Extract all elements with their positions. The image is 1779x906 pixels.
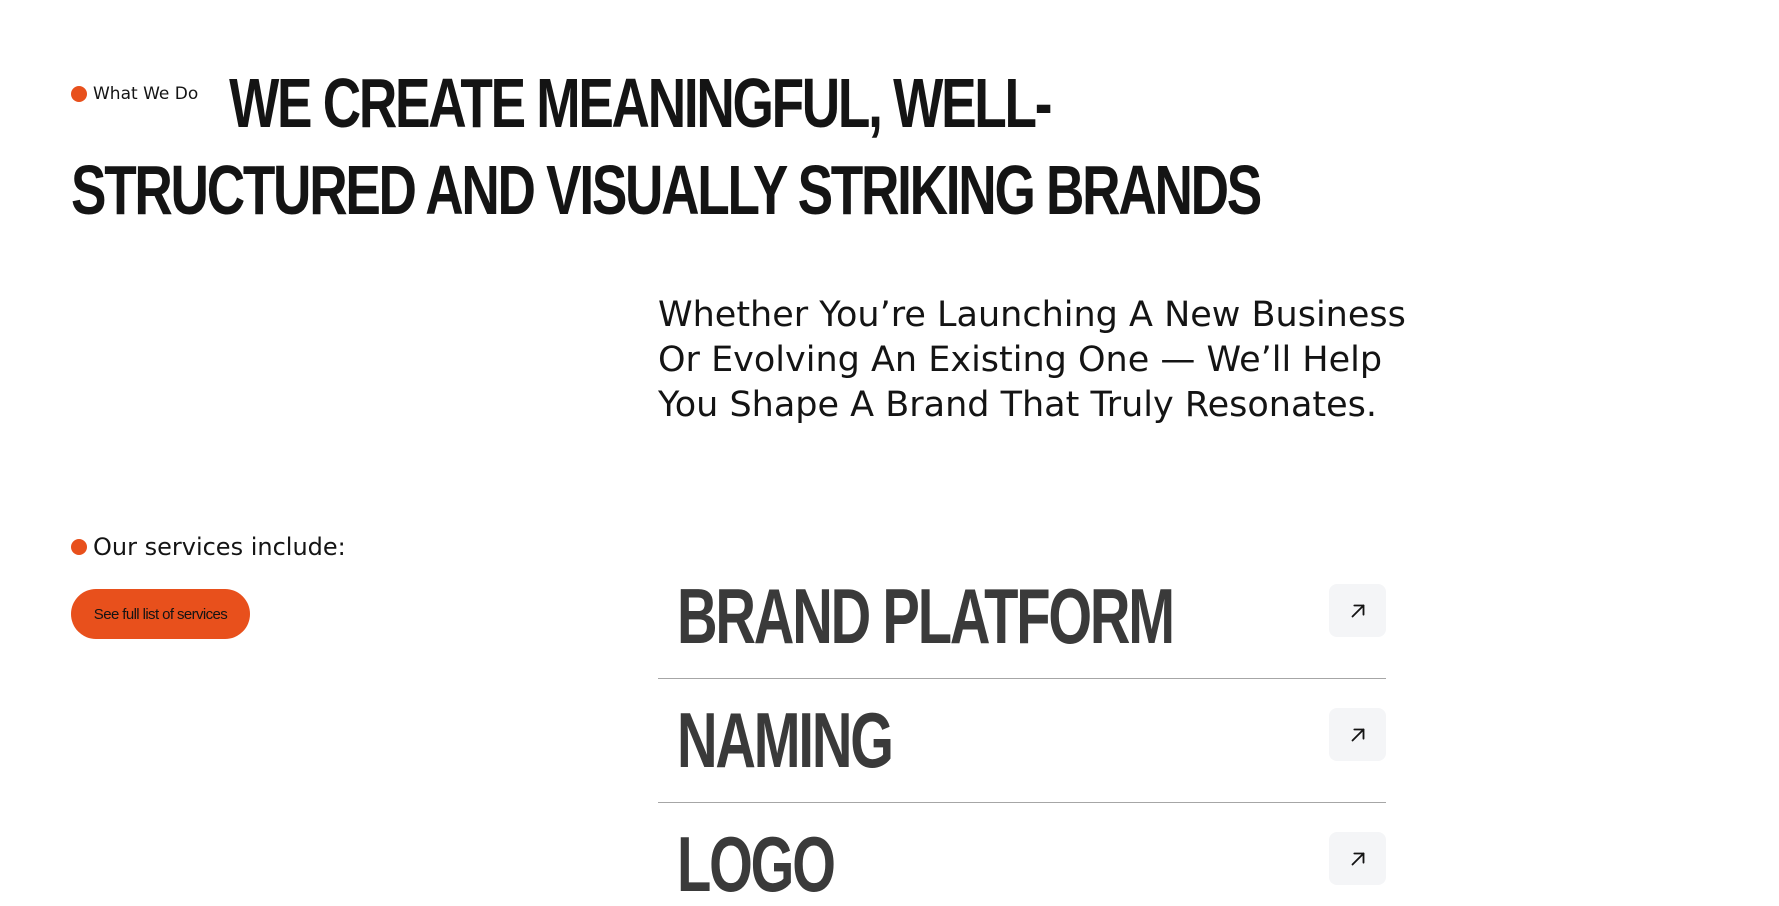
arrow-up-right-icon[interactable] [1329,584,1386,637]
headline-line-2: STRUCTURED AND VISUALLY STRIKING BRANDS [71,151,1262,229]
services-label: Our services include: [71,533,346,561]
service-title: NAMING [677,696,894,784]
services-label-text: Our services include: [93,533,346,561]
service-item-naming[interactable]: NAMING [658,679,1386,803]
arrow-up-right-icon[interactable] [1329,708,1386,761]
service-item-brand-platform[interactable]: BRAND PLATFORM [658,555,1386,679]
intro-paragraph: Whether You’re Launching A New Business … [658,295,1406,425]
service-list: BRAND PLATFORM NAMING LOGO [658,555,1386,906]
service-title: LOGO [677,820,836,906]
service-title: BRAND PLATFORM [677,572,1175,660]
see-full-services-button[interactable]: See full list of services [71,589,250,639]
section-headline: WE CREATE MEANINGFUL, WELL- STRUCTURED AN… [71,60,1262,234]
arrow-up-right-icon[interactable] [1329,832,1386,885]
accent-dot-icon [71,539,87,555]
service-item-logo[interactable]: LOGO [658,803,1386,906]
headline-line-1: WE CREATE MEANINGFUL, WELL- [229,64,1052,142]
